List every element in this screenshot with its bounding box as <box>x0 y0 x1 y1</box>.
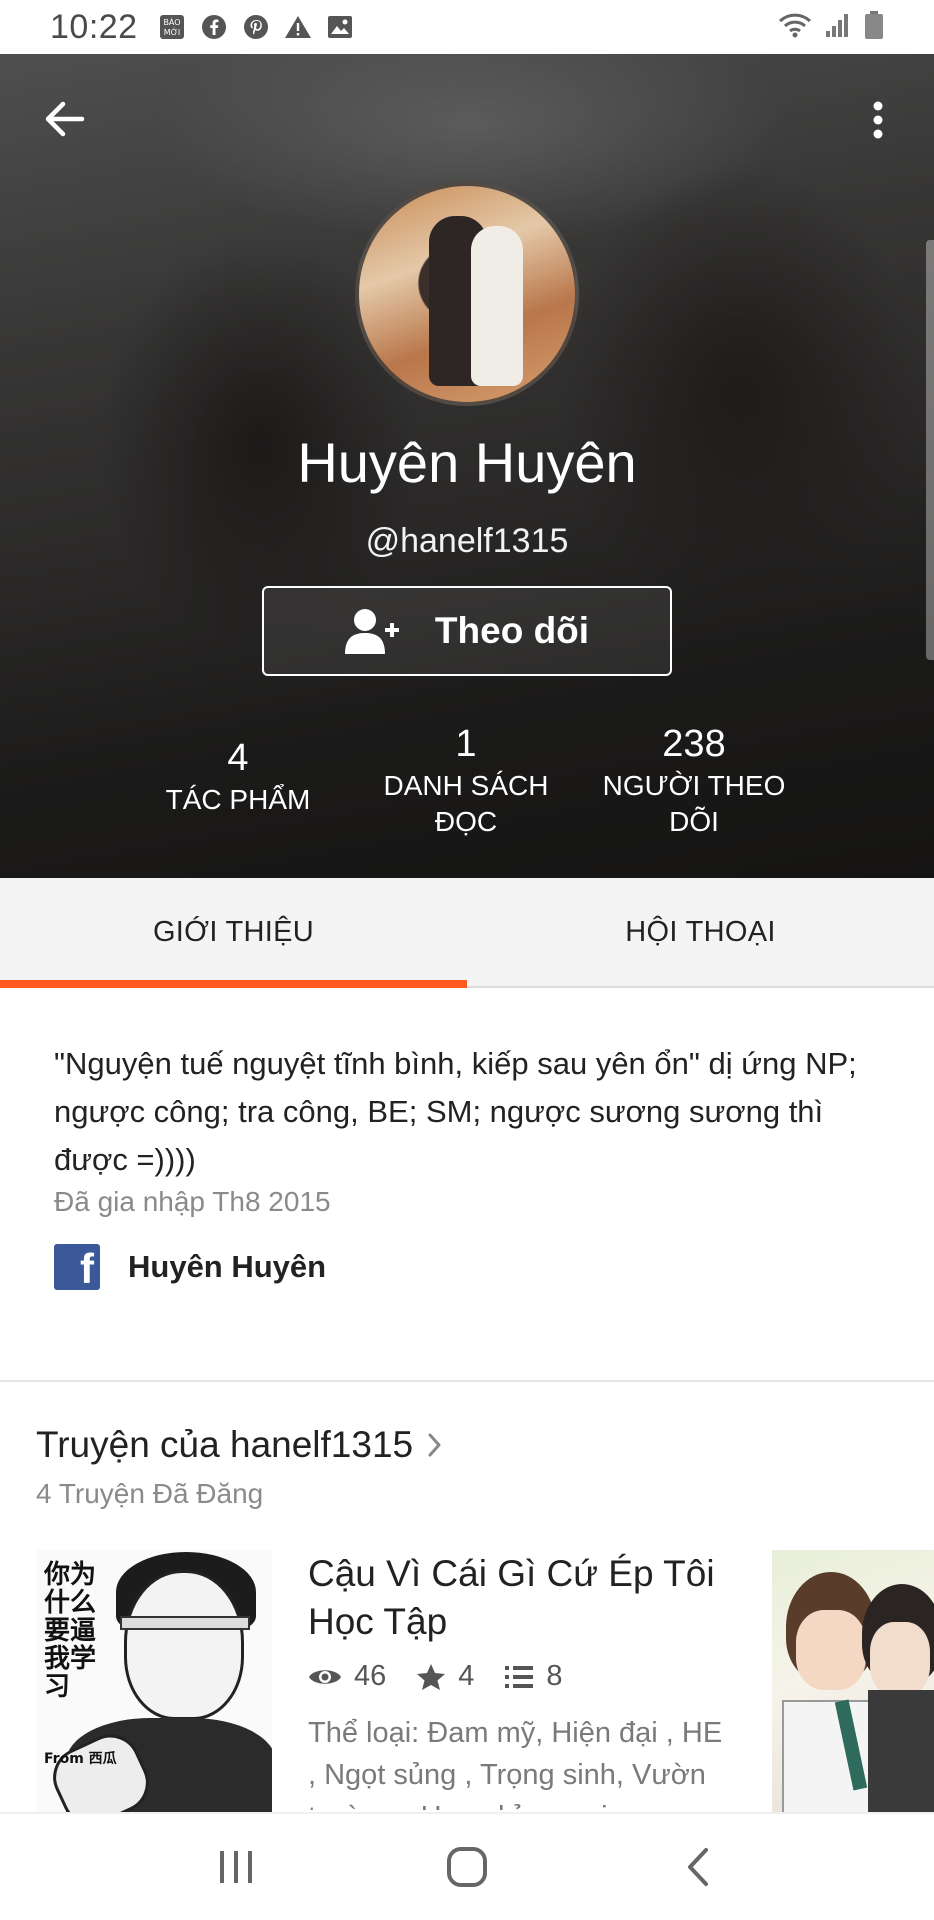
tab-bar: GIỚI THIỆU HỘI THOẠI <box>0 878 934 988</box>
cover-illustration <box>868 1690 934 1812</box>
back-button[interactable] <box>40 94 90 144</box>
list-icon <box>505 1665 534 1688</box>
facebook-name: Huyên Huyên <box>128 1249 327 1284</box>
story-title[interactable]: Cậu Vì Cái Gì Cứ Ép Tôi Học Tập <box>308 1550 738 1646</box>
stories-title: Truyện của hanelf1315 <box>36 1424 414 1465</box>
avatar[interactable] <box>355 182 579 406</box>
arrow-left-icon <box>45 101 85 137</box>
tab-conversations[interactable]: HỘI THOẠI <box>467 878 934 986</box>
chevron-left-icon <box>688 1848 709 1886</box>
star-icon <box>417 1663 446 1690</box>
cover-tag: From 西瓜 <box>44 1751 117 1767</box>
story-cover[interactable]: 你为什么要逼我学习 From 西瓜 <box>36 1550 272 1812</box>
recent-apps-button[interactable] <box>196 1827 276 1907</box>
recent-apps-icon <box>219 1851 252 1883</box>
home-button[interactable] <box>427 1827 507 1907</box>
story-cover-next[interactable] <box>772 1550 934 1812</box>
pinterest-icon <box>242 13 270 41</box>
votes-stat: 4 <box>416 1660 474 1693</box>
profile-handle: @hanelf1315 <box>365 522 569 560</box>
stat-label: NGƯỜI THEO DÕI <box>602 770 786 837</box>
section-divider <box>0 1380 934 1382</box>
facebook-icon: f <box>54 1244 100 1290</box>
status-right <box>778 10 884 45</box>
cover-illustration <box>796 1610 866 1690</box>
facebook-icon <box>200 13 228 41</box>
cover-title-text: 你为什么要逼我学习 <box>44 1559 97 1701</box>
cover-illustration <box>124 1570 244 1720</box>
more-vertical-icon <box>873 101 883 139</box>
stat-value: 1 <box>455 723 477 765</box>
back-nav-button[interactable] <box>658 1827 738 1907</box>
svg-text:MỚI: MỚI <box>163 26 180 37</box>
joined-date: Đã gia nhập Th8 2015 <box>54 1186 331 1217</box>
profile-name: Huyên Huyên <box>297 431 637 494</box>
views-stat: 46 <box>308 1660 386 1693</box>
stat-label: TÁC PHẨM <box>165 784 311 815</box>
parts-count: 8 <box>546 1660 563 1692</box>
cover-illustration <box>870 1622 930 1696</box>
stat-label: DANH SÁCH ĐỌC <box>383 770 549 837</box>
profile-header: Huyên Huyên @hanelf1315 Theo dõi 4 TÁC P… <box>0 54 934 878</box>
story-genres: Thể loại: Đam mỹ, Hiện đại , HE , Ngọt s… <box>308 1717 723 1810</box>
story-stats: 46 4 8 <box>308 1660 593 1693</box>
home-icon <box>446 1847 487 1887</box>
avatar-figure <box>471 226 523 386</box>
cover-illustration <box>782 1700 882 1812</box>
stat-value: 238 <box>662 723 726 765</box>
bio-text: "Nguyện tuế nguyệt tĩnh bình, kiếp sau y… <box>54 1046 857 1177</box>
stat-works[interactable]: 4 TÁC PHẨM <box>138 720 338 818</box>
warning-icon <box>284 13 312 41</box>
views-count: 46 <box>354 1660 387 1692</box>
system-nav-bar <box>0 1814 934 1920</box>
eye-icon <box>309 1669 341 1684</box>
signal-icon <box>824 11 852 44</box>
follow-label: Theo dõi <box>434 610 590 651</box>
status-time: 10:22 <box>50 7 138 46</box>
cover-illustration <box>120 1616 250 1630</box>
facebook-link[interactable]: f Huyên Huyên <box>54 1244 326 1290</box>
stat-reading-lists[interactable]: 1 DANH SÁCH ĐỌC <box>366 720 566 840</box>
stories-section-link[interactable]: Truyện của hanelf1315 <box>36 1424 451 1466</box>
follow-button[interactable]: Theo dõi <box>262 586 672 676</box>
image-icon <box>326 13 354 41</box>
add-person-icon <box>344 606 401 656</box>
status-bar: 10:22 BÁO MỚI <box>0 0 934 54</box>
votes-count: 4 <box>458 1660 475 1692</box>
more-options-button[interactable] <box>860 92 896 148</box>
parts-stat: 8 <box>504 1660 563 1693</box>
svg-text:BÁO: BÁO <box>163 16 180 27</box>
baomoi-icon: BÁO MỚI <box>158 13 186 41</box>
battery-icon <box>864 10 884 45</box>
stories-count: 4 Truyện Đã Đăng <box>36 1478 264 1509</box>
chevron-right-icon <box>427 1430 451 1460</box>
screen: 10:22 BÁO MỚI Huyên Huyên @hanelf1315 Th… <box>0 0 934 1920</box>
wifi-icon <box>778 11 812 44</box>
stat-value: 4 <box>227 737 249 779</box>
tab-about[interactable]: GIỚI THIỆU <box>0 878 467 988</box>
stat-followers[interactable]: 238 NGƯỜI THEO DÕI <box>594 720 794 840</box>
